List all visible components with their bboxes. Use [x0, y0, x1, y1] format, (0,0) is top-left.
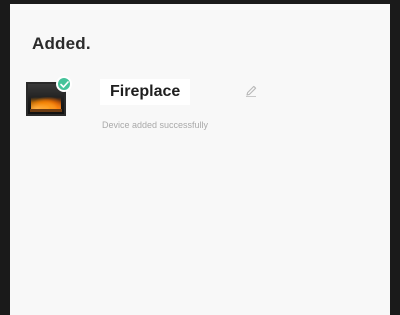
page-title: Added. — [32, 34, 91, 53]
device-name-label: Fireplace — [110, 83, 181, 100]
device-status-text: Device added successfully — [102, 120, 209, 130]
device-name-field[interactable]: Fireplace — [100, 79, 191, 105]
device-list-item[interactable]: Fireplace Device added successfully — [26, 76, 266, 138]
pencil-icon[interactable] — [244, 84, 258, 98]
logs-graphic — [30, 109, 62, 112]
flames-graphic — [31, 97, 61, 109]
check-icon — [56, 76, 72, 92]
added-devices-panel: Added. Fireplace Device added successful… — [10, 4, 390, 315]
check-mark-svg — [60, 81, 69, 88]
